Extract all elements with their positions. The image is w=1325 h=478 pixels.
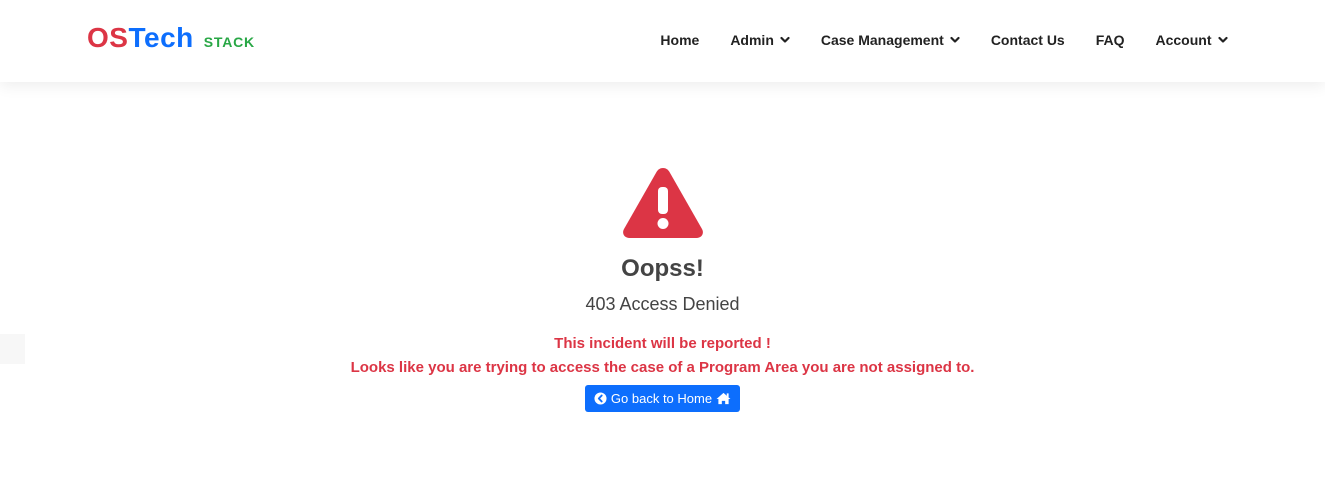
nav-item-label: Account: [1155, 32, 1212, 48]
nav-item-account[interactable]: Account: [1140, 32, 1243, 48]
nav-item-home[interactable]: Home: [645, 32, 715, 48]
nav-item-label: Admin: [730, 32, 774, 48]
nav-item-label: Home: [660, 32, 700, 48]
brand-stack: STACK: [203, 34, 255, 50]
navbar: OS Tech STACK Home Admin Case Management…: [0, 0, 1325, 82]
incident-message: This incident will be reported !: [554, 335, 771, 352]
chevron-down-icon: [950, 35, 960, 45]
nav-item-faq[interactable]: FAQ: [1080, 32, 1140, 48]
brand-tech: Tech: [128, 22, 194, 53]
nav-item-label: Contact Us: [990, 32, 1065, 48]
access-message: Looks like you are trying to access the …: [350, 359, 975, 376]
error-title: Oopss!: [621, 255, 704, 282]
brand-logo[interactable]: OS Tech STACK: [87, 22, 255, 54]
warning-triangle-icon: [622, 168, 703, 238]
go-home-label: Go back to Home: [610, 391, 713, 406]
error-subtitle: 403 Access Denied: [585, 294, 740, 314]
nav-item-contact-us[interactable]: Contact Us: [975, 32, 1080, 48]
nav-item-label: Case Management: [820, 32, 944, 48]
go-home-button[interactable]: Go back to Home: [584, 385, 741, 412]
chevron-down-icon: [780, 35, 790, 45]
chevron-circle-left-icon: [594, 392, 607, 405]
chevron-down-icon: [1217, 35, 1228, 45]
main-nav: Home Admin Case Management Contact Us FA…: [645, 0, 1243, 80]
brand-os: OS: [87, 22, 129, 53]
nav-item-case-management[interactable]: Case Management: [805, 32, 975, 48]
home-icon: [716, 392, 731, 405]
nav-item-admin[interactable]: Admin: [715, 32, 806, 48]
error-content: Oopss! 403 Access Denied This incident w…: [0, 150, 1325, 412]
nav-item-label: FAQ: [1095, 32, 1125, 48]
